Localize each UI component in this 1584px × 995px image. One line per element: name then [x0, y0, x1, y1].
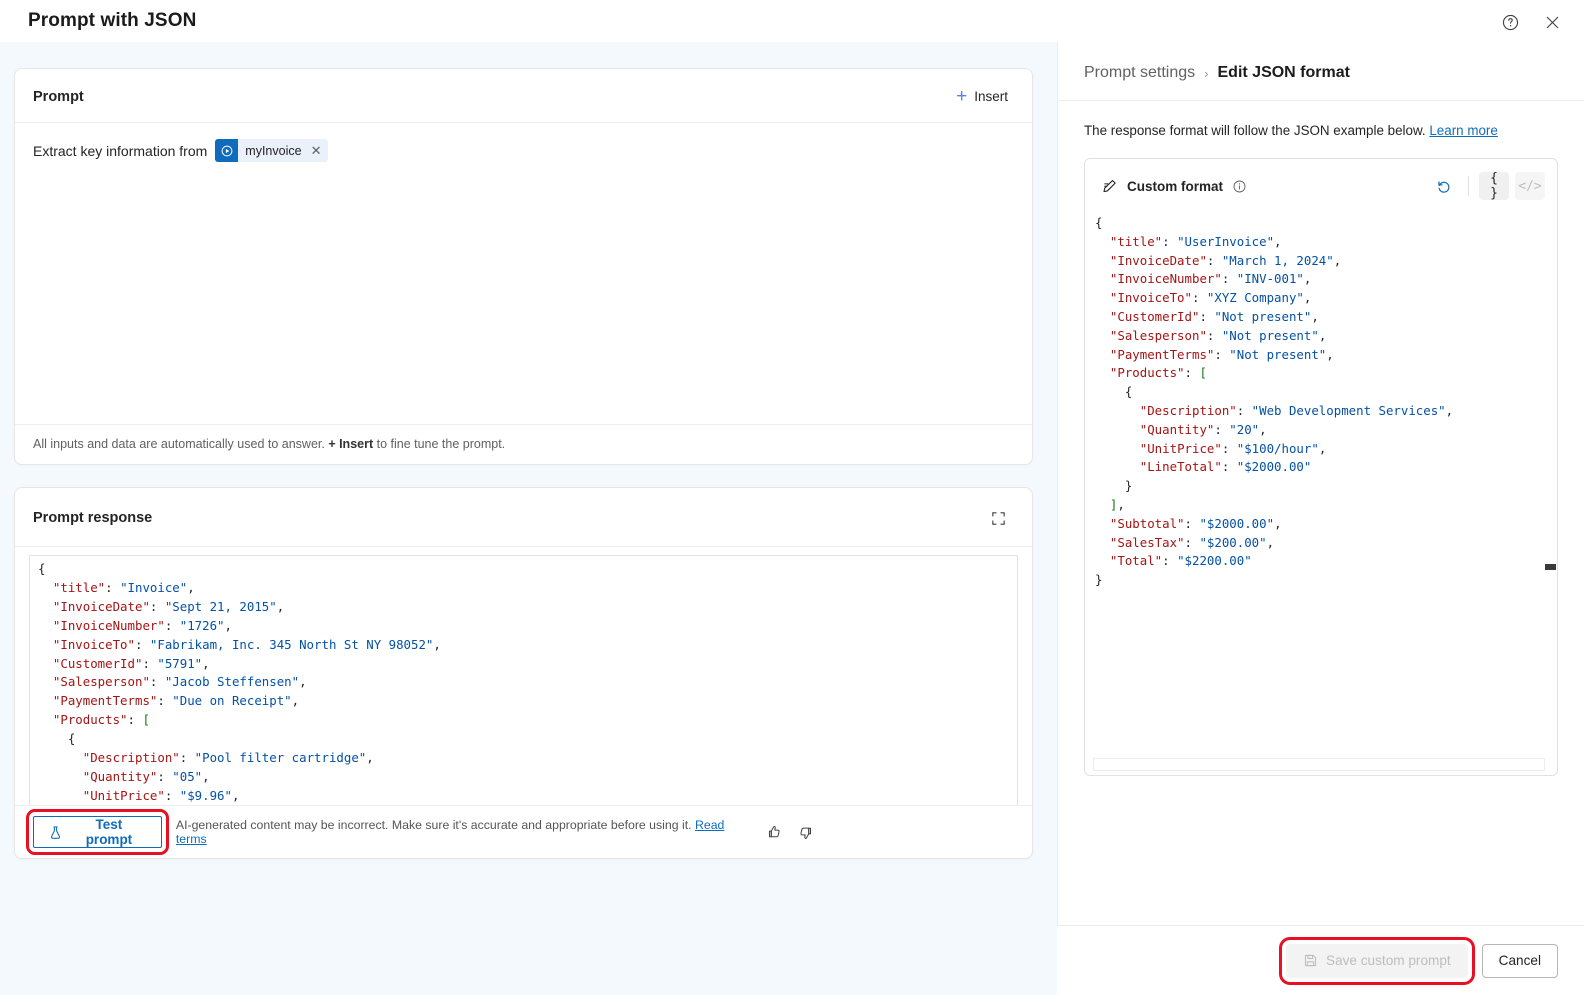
info-circle-icon[interactable]: [1232, 179, 1247, 194]
prompt-card-header: Prompt + Insert: [15, 69, 1032, 123]
custom-format-code-text: { "title": "UserInvoice", "InvoiceDate":…: [1095, 215, 1454, 588]
close-icon[interactable]: ✕: [311, 143, 322, 159]
save-custom-prompt-label: Save custom prompt: [1326, 953, 1451, 968]
insert-button-label: Insert: [974, 89, 1008, 104]
page-title: Prompt with JSON: [28, 10, 197, 31]
input-chip-label: myInvoice: [245, 143, 302, 158]
test-prompt-button[interactable]: Test prompt: [26, 809, 169, 855]
prompt-editor[interactable]: Extract key information from myInvoice ✕: [15, 123, 1032, 424]
left-pane: Prompt + Insert Extract key information …: [0, 42, 1057, 995]
titlebar-actions: [1494, 6, 1568, 38]
undo-arrow-icon[interactable]: [1428, 172, 1458, 200]
ai-disclaimer: AI-generated content may be incorrect. M…: [176, 818, 752, 846]
format-toolbar: { } </>: [1428, 171, 1545, 201]
response-code-text: { "title": "Invoice", "InvoiceDate": "Se…: [38, 561, 441, 803]
prompt-card: Prompt + Insert Extract key information …: [14, 68, 1033, 465]
right-pane-body: The response format will follow the JSON…: [1058, 101, 1584, 946]
edit-pen-icon: [1101, 178, 1118, 195]
save-custom-prompt-button: Save custom prompt: [1279, 936, 1475, 985]
code-view-button: </>: [1515, 172, 1545, 200]
json-view-button[interactable]: { }: [1479, 171, 1509, 201]
prompt-response-heading: Prompt response: [33, 510, 153, 526]
prompt-response-header: Prompt response: [15, 488, 1032, 547]
breadcrumb-current: Edit JSON format: [1217, 64, 1350, 81]
prompt-heading: Prompt: [33, 88, 84, 105]
cancel-dialog-button[interactable]: Cancel: [1481, 943, 1558, 978]
prompt-hint-pre: All inputs and data are automatically us…: [33, 437, 329, 451]
insert-button[interactable]: + Insert: [950, 83, 1014, 110]
close-icon[interactable]: [1536, 6, 1568, 38]
input-chip-myinvoice[interactable]: myInvoice ✕: [215, 139, 329, 162]
thumbs-down-icon[interactable]: [797, 824, 814, 841]
horizontal-scrollbar[interactable]: [1093, 758, 1545, 771]
custom-format-header: Custom format {} </>: [1085, 159, 1557, 212]
dialog-title-bar: Prompt with JSON: [0, 0, 1584, 42]
breadcrumb: Prompt settings › Edit JSON format: [1058, 42, 1584, 101]
dialog-body: Prompt + Insert Extract key information …: [0, 42, 1584, 995]
custom-format-editor[interactable]: { "title": "UserInvoice", "InvoiceDate":…: [1085, 212, 1557, 775]
prompt-response-body: { "title": "Invoice", "InvoiceDate": "Se…: [15, 547, 1032, 805]
save-disk-icon: [1303, 953, 1318, 968]
custom-format-title: Custom format: [1127, 178, 1224, 194]
test-prompt-label: Test prompt: [85, 817, 133, 847]
file-source-icon: [215, 139, 239, 162]
prompt-response-footer: Test prompt AI-generated content may be …: [15, 805, 1032, 858]
toolbar-divider: [1468, 176, 1469, 196]
vertical-scrollbar-thumb[interactable]: [1545, 564, 1556, 570]
expand-icon[interactable]: [982, 502, 1014, 534]
format-description-text: The response format will follow the JSON…: [1084, 123, 1426, 138]
feedback-buttons: [766, 824, 1014, 841]
prompt-hint-post: to fine tune the prompt.: [373, 437, 506, 451]
prompt-response-card: Prompt response { "title": "Invoice", "I…: [14, 487, 1033, 859]
response-code-editor[interactable]: { "title": "Invoice", "InvoiceDate": "Se…: [29, 555, 1018, 805]
dialog-footer: Save custom prompt Cancel: [1057, 925, 1584, 995]
prompt-text: Extract key information from: [33, 142, 208, 159]
right-pane: Prompt settings › Edit JSON format The r…: [1057, 42, 1584, 995]
breadcrumb-parent[interactable]: Prompt settings: [1084, 64, 1195, 82]
custom-format-card: Custom format {} </> {"title": "UserIn…: [1084, 158, 1558, 776]
help-circle-icon[interactable]: [1494, 6, 1526, 38]
chevron-right-icon: ›: [1204, 65, 1209, 81]
prompt-hint-bold: + Insert: [328, 437, 374, 451]
beaker-icon: [48, 825, 63, 840]
learn-more-link[interactable]: Learn more: [1429, 123, 1497, 138]
thumbs-up-icon[interactable]: [766, 824, 783, 841]
format-description: The response format will follow the JSON…: [1084, 123, 1558, 138]
ai-disclaimer-text: AI-generated content may be incorrect. M…: [175, 818, 692, 832]
plus-icon: +: [956, 86, 968, 107]
prompt-hint: All inputs and data are automatically us…: [15, 424, 1032, 464]
prompt-text-line: Extract key information from myInvoice ✕: [33, 139, 1014, 162]
